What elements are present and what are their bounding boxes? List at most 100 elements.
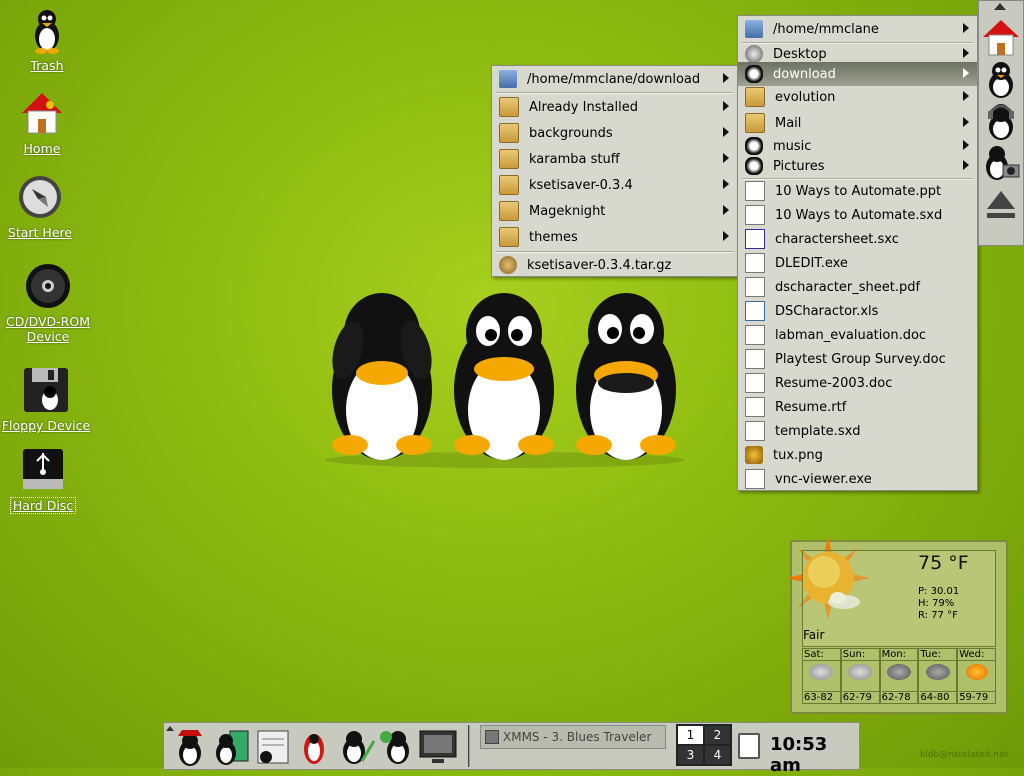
presentation-file-icon	[745, 181, 765, 201]
desktop-icon-label: Home	[23, 141, 61, 156]
pdf-file-icon	[745, 277, 765, 297]
image-file-icon	[745, 446, 763, 464]
tux-browser-launcher-icon[interactable]	[294, 727, 334, 765]
folder-icon	[499, 201, 519, 221]
drawing-file-icon	[745, 205, 765, 225]
submenu-arrow-icon	[963, 160, 969, 170]
taskbar-task-xmms[interactable]: XMMS - 3. Blues Traveler	[480, 725, 666, 749]
submenu-arrow-icon	[963, 140, 969, 150]
submenu-arrow-icon	[723, 179, 729, 189]
pager-desktop-1[interactable]: 1	[678, 726, 703, 744]
submenu-arrow-icon	[723, 153, 729, 163]
submenu-arrow-icon	[723, 73, 729, 83]
folder-icon	[745, 113, 765, 133]
menu-item-pictures[interactable]: Pictures	[738, 154, 977, 178]
cd-icon	[24, 262, 72, 310]
menu-item-ksetisaver[interactable]: ksetisaver-0.3.4	[492, 173, 737, 197]
panel-collapse-arrow-icon[interactable]	[994, 3, 1006, 10]
humidity-label: H: 79%	[918, 598, 955, 609]
forecast-row: Sat: 63-82 Sun: 62-79 Mon: 62-78 Tue: 64…	[802, 648, 996, 704]
tux-launcher-icon[interactable]	[981, 59, 1021, 98]
desktop-icon-trash[interactable]: Trash	[2, 6, 92, 73]
start-here-icon	[16, 173, 64, 221]
pressure-label: P: 30.01	[918, 586, 960, 597]
condition-label: Fair	[803, 628, 825, 642]
menu-item-backgrounds[interactable]: backgrounds	[492, 121, 737, 145]
tux-headphones-launcher-icon[interactable]	[981, 101, 1021, 140]
forecast-day: Sun: 62-79	[840, 648, 880, 704]
archive-icon	[499, 256, 517, 274]
menu-item-file[interactable]: dscharacter_sheet.pdf	[738, 275, 977, 299]
pager-desktop-4[interactable]: 4	[705, 746, 730, 764]
menu-header-home-path[interactable]: /home/mmclane	[738, 17, 977, 41]
menu-item-file[interactable]: DLEDIT.exe	[738, 251, 977, 275]
desktop-icon-home[interactable]: Home	[0, 89, 87, 156]
menu-item-file[interactable]: Resume.rtf	[738, 395, 977, 419]
monitor-launcher-icon[interactable]	[418, 727, 458, 765]
desktop-icon-start-here[interactable]: Start Here	[0, 173, 85, 240]
drawing-file-icon	[745, 421, 765, 441]
submenu-arrow-icon	[723, 205, 729, 215]
menu-header-download-path[interactable]: /home/mmclane/download	[492, 67, 737, 91]
pager-desktop-2[interactable]: 2	[705, 726, 730, 744]
menu-item-file[interactable]: DSCharactor.xls	[738, 299, 977, 323]
tux-folder-icon	[745, 137, 763, 155]
menu-item-themes[interactable]: themes	[492, 225, 737, 249]
redhat-tux-launcher-icon[interactable]	[170, 727, 210, 766]
desktop-icon-floppy[interactable]: Floppy Device	[1, 366, 91, 433]
menu-item-download[interactable]: download	[738, 62, 977, 86]
menu-item-file[interactable]: tux.png	[738, 443, 977, 467]
desktop-icon-hard-disc[interactable]: Hard Disc	[0, 445, 88, 514]
xmms-icon	[485, 730, 499, 744]
folder-icon	[745, 87, 765, 107]
submenu-arrow-icon	[723, 101, 729, 111]
document-file-icon	[745, 349, 765, 369]
menu-item-mageknight[interactable]: Mageknight	[492, 199, 737, 223]
tux-editor-launcher-icon[interactable]	[252, 727, 292, 765]
forecast-day: Mon: 62-78	[879, 648, 919, 704]
menu-item-file[interactable]: 10 Ways to Automate.ppt	[738, 179, 977, 203]
menu-item-karamba-stuff[interactable]: karamba stuff	[492, 147, 737, 171]
thunderstorm-icon	[848, 664, 873, 680]
eject-launcher-icon[interactable]	[981, 185, 1021, 223]
folder-open-icon	[499, 70, 517, 88]
menu-item-file[interactable]: Resume-2003.doc	[738, 371, 977, 395]
tux-office-launcher-icon[interactable]	[336, 727, 376, 765]
tux-camera-launcher-icon[interactable]	[981, 143, 1021, 181]
menu-item-evolution[interactable]: evolution	[738, 85, 977, 109]
menu-item-ksetisaver-tarball[interactable]: ksetisaver-0.3.4.tar.gz	[492, 253, 737, 277]
menu-item-already-installed[interactable]: Already Installed	[492, 95, 737, 119]
desktop-icon-label: Start Here	[7, 225, 73, 240]
menu-separator	[496, 92, 733, 94]
home-launcher-icon[interactable]	[981, 17, 1021, 56]
menu-item-mail[interactable]: Mail	[738, 111, 977, 135]
download-submenu: /home/mmclane/download Already Installed…	[491, 65, 738, 277]
menu-item-file[interactable]: labman_evaluation.doc	[738, 323, 977, 347]
desktop-icon-label: Hard Disc	[9, 497, 77, 514]
desktop-icon-cdrom[interactable]: CD/DVD-ROM Device	[3, 262, 93, 344]
menu-item-file[interactable]: 10 Ways to Automate.sxd	[738, 203, 977, 227]
folder-icon	[499, 123, 519, 143]
tux-chat-launcher-icon[interactable]	[378, 727, 418, 765]
sun-cloud-small-icon	[965, 664, 988, 680]
tux-trash-icon	[23, 6, 71, 54]
spreadsheet-file-icon	[745, 229, 765, 249]
submenu-arrow-icon	[963, 91, 969, 101]
menu-item-file[interactable]: Playtest Group Survey.doc	[738, 347, 977, 371]
desktop-icon-label: Floppy Device	[1, 418, 91, 433]
clipboard-icon[interactable]	[738, 733, 760, 759]
folder-open-icon	[745, 20, 763, 38]
bottom-panel: XMMS - 3. Blues Traveler 1 2 3 4 10:53 a…	[163, 722, 860, 776]
folder-icon	[499, 97, 519, 117]
menu-item-file[interactable]: template.sxd	[738, 419, 977, 443]
menu-item-file[interactable]: charactersheet.sxc	[738, 227, 977, 251]
thunderstorm-icon	[886, 664, 911, 680]
clock[interactable]: 10:53 am	[770, 734, 859, 776]
home-icon	[18, 89, 66, 137]
submenu-arrow-icon	[723, 231, 729, 241]
menu-item-file[interactable]: vnc-viewer.exe	[738, 467, 977, 491]
forecast-day: Wed: 59-79	[957, 648, 996, 704]
tux-terminal-launcher-icon[interactable]	[210, 727, 250, 765]
tux-folder-icon	[745, 157, 763, 175]
pager-desktop-3[interactable]: 3	[678, 746, 703, 764]
